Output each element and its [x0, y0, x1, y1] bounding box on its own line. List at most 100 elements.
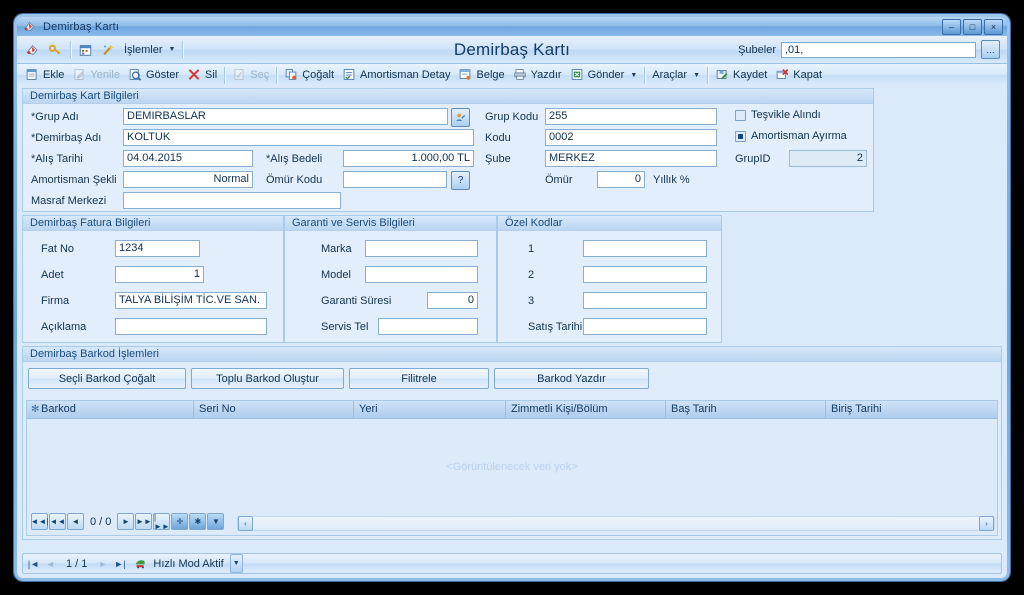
- omur-kodu-help-button[interactable]: ?: [451, 171, 470, 190]
- close-button[interactable]: ×: [984, 19, 1003, 35]
- branch-picker-button[interactable]: …: [981, 40, 1000, 59]
- grid-column-bas-tarih[interactable]: Baş Tarih: [666, 401, 826, 418]
- grid-column-barkod[interactable]: ✻ Barkod: [27, 401, 194, 418]
- footer-last-button[interactable]: ►|: [112, 556, 127, 571]
- input-sube[interactable]: MERKEZ: [545, 150, 717, 167]
- close-doc-icon: [775, 68, 790, 82]
- input-omur[interactable]: 0: [597, 171, 645, 188]
- label-demirbas-adi: *Demirbaş Adı: [31, 132, 102, 144]
- footer-next-button[interactable]: ►: [95, 556, 110, 571]
- label-grupid: GrupID: [735, 153, 771, 165]
- toolbar-araclar-menu[interactable]: Araçlar ▼: [648, 67, 704, 83]
- input-ozel-kod-2[interactable]: [583, 266, 707, 283]
- maximize-button[interactable]: □: [963, 19, 982, 35]
- toolbar-sil-button[interactable]: Sil: [183, 66, 221, 84]
- grid-nav-last-button[interactable]: |►►: [153, 513, 171, 531]
- button-filtrele[interactable]: Filitrele: [349, 368, 489, 389]
- input-masraf-merkezi[interactable]: [123, 192, 341, 209]
- toolbar-belge-button[interactable]: Belge: [454, 66, 508, 84]
- speed-icon: [133, 557, 148, 571]
- cmd-calendar-button[interactable]: [74, 41, 97, 59]
- button-barkod-yazdir[interactable]: Barkod Yazdır: [494, 368, 649, 389]
- window-body: Demirbaş Kart Bilgileri *Grup Adı DEMIRB…: [17, 85, 1007, 578]
- input-grup-kodu[interactable]: 255: [545, 108, 717, 125]
- input-marka[interactable]: [365, 240, 478, 257]
- grid-nav-prev-button[interactable]: ◄: [67, 513, 84, 530]
- scroll-right-button[interactable]: ›: [979, 516, 994, 531]
- window-title: Demirbaş Kartı: [43, 20, 120, 33]
- input-kodu[interactable]: 0002: [545, 129, 717, 146]
- toolbar-yazdir-button[interactable]: Yazdır: [509, 66, 566, 84]
- cmd-key-button[interactable]: [44, 41, 67, 59]
- minimize-button[interactable]: –: [942, 19, 961, 35]
- grid-column-biris-tarihi[interactable]: Biriş Tarihi: [826, 401, 986, 418]
- input-adet[interactable]: 1: [115, 266, 204, 283]
- label-alis-tarihi: *Alış Tarihi: [31, 153, 83, 165]
- cmd-wizard-button[interactable]: [97, 41, 120, 59]
- input-model[interactable]: [365, 266, 478, 283]
- checkbox-amortisman-ayirma[interactable]: Amortisman Ayırma: [735, 130, 847, 142]
- calendar-icon: [78, 43, 93, 57]
- toolbar-yenile-button[interactable]: Yenile: [68, 66, 124, 84]
- grid-horizontal-scrollbar[interactable]: ‹ ›: [237, 516, 995, 531]
- label-satis-tarihi: Satış Tarihi: [528, 321, 583, 333]
- button-secili-barkod-cogalt[interactable]: Seçli Barkod Çoğalt: [28, 368, 186, 389]
- label-grup-kodu: Grup Kodu: [485, 111, 539, 123]
- checkbox-tesvikle-alindi[interactable]: Teşvikle Alındı: [735, 109, 821, 121]
- label-ozel-kod-1: 1: [528, 243, 535, 255]
- input-satis-tarihi[interactable]: [583, 318, 707, 335]
- input-ozel-kod-3[interactable]: [583, 292, 707, 309]
- grid-nav-add-button[interactable]: ✛: [171, 513, 189, 530]
- grid-column-zimmetli-kisi-bolum[interactable]: Zimmetli Kişi/Bölüm: [506, 401, 666, 418]
- input-grup-adi[interactable]: DEMIRBASLAR: [123, 108, 448, 125]
- footer-first-button[interactable]: |◄: [26, 556, 41, 571]
- branch-input[interactable]: [781, 41, 976, 58]
- toolbar-araclar-label: Araçlar: [652, 69, 688, 81]
- input-amortisman-sekli[interactable]: Normal: [123, 171, 253, 188]
- input-demirbas-adi[interactable]: KOLTUK: [123, 129, 474, 146]
- grid-nav-first-button[interactable]: ◄◄|: [31, 513, 48, 530]
- input-firma[interactable]: TALYA BİLİŞİM TİC.VE SAN.: [115, 292, 267, 309]
- input-servis-tel[interactable]: [378, 318, 478, 335]
- input-ozel-kod-1[interactable]: [583, 240, 707, 257]
- toolbar-goster-button[interactable]: Göster: [124, 66, 183, 84]
- toolbar-gonder-button[interactable]: Gönder ▼: [566, 66, 642, 84]
- input-aciklama[interactable]: [115, 318, 267, 335]
- label-servis-tel: Servis Tel: [321, 321, 369, 333]
- toolbar-group-crud: Ekle Yenile Göster Sil Seç Çoğalt Amorti…: [17, 64, 830, 86]
- toolbar-cogalt-label: Çoğalt: [302, 69, 334, 81]
- footer-prev-button[interactable]: ◄: [43, 556, 58, 571]
- barcode-grid: ✻ Barkod Seri No Yeri Zimmetli Kişi/Bölü…: [26, 400, 998, 536]
- toolbar-amortisman-detay-button[interactable]: Amortisman Detay: [338, 66, 454, 84]
- grid-column-seri-no[interactable]: Seri No: [194, 401, 354, 418]
- cmd-new-record-button[interactable]: [21, 41, 44, 59]
- toolbar-cogalt-button[interactable]: Çoğalt: [280, 66, 338, 84]
- label-omur: Ömür: [545, 174, 573, 186]
- input-fat-no[interactable]: 1234: [115, 240, 200, 257]
- panel-card-info-title: Demirbaş Kart Bilgileri: [23, 89, 873, 104]
- islemler-menu[interactable]: İşlemler ▼: [120, 42, 179, 58]
- footer-mode-dropdown[interactable]: ▼: [229, 554, 243, 573]
- grid-nav-filter-button[interactable]: ▼: [207, 513, 225, 530]
- input-omur-kodu[interactable]: [343, 171, 447, 188]
- button-toplu-barkod-olustur[interactable]: Toplu Barkod Oluştur: [191, 368, 344, 389]
- input-garanti-suresi[interactable]: 0: [427, 292, 478, 309]
- panel-warranty-body: Marka Model Garanti Süresi 0 Servis Tel: [285, 231, 496, 343]
- grid-nav-next-button[interactable]: ►: [117, 513, 135, 530]
- grid-nav-star-button[interactable]: ✱: [189, 513, 207, 530]
- toolbar-kapat-button[interactable]: Kapat: [771, 66, 826, 84]
- grid-column-yeri[interactable]: Yeri: [354, 401, 506, 418]
- input-alis-tarihi[interactable]: 04.04.2015: [123, 150, 253, 167]
- toolbar-separator: [182, 41, 184, 58]
- toolbar-sec-label: Seç: [250, 69, 270, 81]
- input-alis-bedeli[interactable]: 1.000,00 TL: [343, 150, 474, 167]
- scroll-left-button[interactable]: ‹: [238, 516, 253, 531]
- toolbar-ekle-button[interactable]: Ekle: [21, 66, 68, 84]
- grid-nav-next-page-button[interactable]: ►►: [135, 513, 153, 530]
- toolbar-kaydet-button[interactable]: Kaydet: [711, 66, 771, 84]
- form-content: Demirbaş Kart Bilgileri *Grup Adı DEMIRB…: [22, 88, 1002, 540]
- toolbar-sec-button[interactable]: Seç: [228, 66, 273, 84]
- grid-nav-prev-page-button[interactable]: ◄◄: [49, 513, 66, 530]
- grup-adi-picker-button[interactable]: [451, 108, 470, 127]
- toolbar-amortisman-detay-label: Amortisman Detay: [360, 69, 451, 81]
